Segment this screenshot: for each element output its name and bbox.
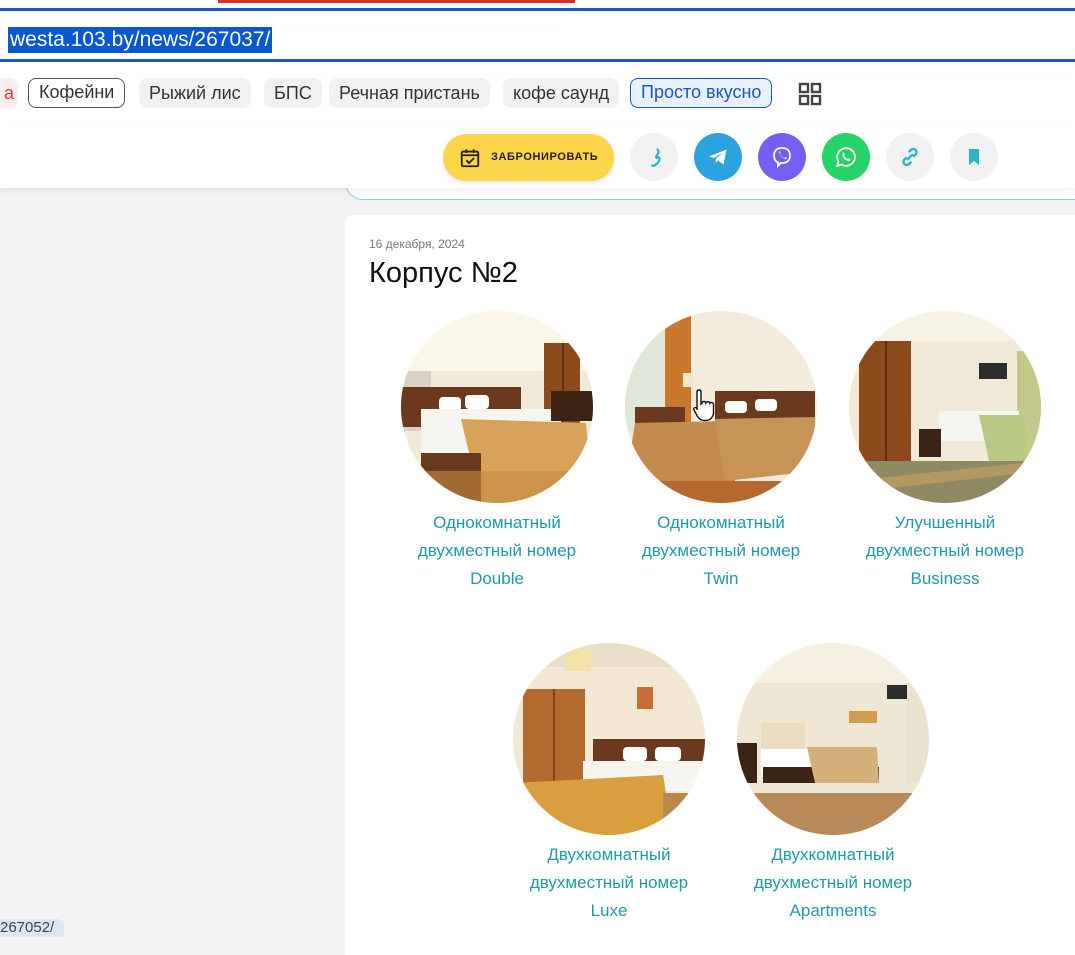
room-caption-line[interactable]: Twin bbox=[621, 565, 821, 593]
link-button[interactable] bbox=[886, 133, 934, 181]
room-caption-line[interactable]: Double bbox=[397, 565, 597, 593]
room-card-apartments[interactable]: Двухкомнатный двухместный номер Apartmen… bbox=[737, 643, 929, 925]
room-caption-line[interactable]: Двухкомнатный bbox=[509, 841, 709, 869]
room-caption-line[interactable]: двухместный номер bbox=[509, 869, 709, 897]
phone-button[interactable] bbox=[630, 133, 678, 181]
room-card-twin[interactable]: Однокомнатный двухместный номер Twin bbox=[625, 311, 817, 593]
room-caption-line[interactable]: двухместный номер bbox=[845, 537, 1045, 565]
whatsapp-icon bbox=[835, 147, 856, 168]
chip-partial[interactable]: а bbox=[0, 78, 19, 108]
room-caption-line[interactable]: двухместный номер bbox=[621, 537, 821, 565]
room-photo-apartments[interactable] bbox=[737, 643, 929, 835]
bookmark-button[interactable] bbox=[950, 133, 998, 181]
chip-coffee-shops[interactable]: Кофейни bbox=[28, 78, 126, 108]
room-caption-line[interactable]: Luxe bbox=[509, 897, 709, 925]
room-photo-luxe[interactable] bbox=[513, 643, 705, 835]
chip-coffee-sound[interactable]: кофе саунд bbox=[503, 78, 620, 108]
room-caption-line[interactable]: двухместный номер bbox=[397, 537, 597, 565]
address-text[interactable]: westa.103.by/news/267037/ bbox=[8, 27, 273, 53]
whatsapp-button[interactable] bbox=[822, 133, 870, 181]
room-photo-double[interactable] bbox=[401, 311, 593, 503]
room-caption-line[interactable]: Однокомнатный bbox=[397, 509, 597, 537]
hand-cursor-icon bbox=[693, 389, 715, 422]
room-photo-business[interactable] bbox=[849, 311, 1041, 503]
book-button-label: ЗАБРОНИРОВАТЬ bbox=[491, 151, 599, 163]
room-caption-twin[interactable]: Однокомнатный двухместный номер Twin bbox=[621, 509, 821, 593]
room-caption-line[interactable]: Business bbox=[845, 565, 1045, 593]
chip-prosto-vkusno[interactable]: Просто вкусно bbox=[630, 78, 773, 108]
room-caption-line[interactable]: двухместный номер bbox=[733, 869, 933, 897]
room-caption-apartments[interactable]: Двухкомнатный двухместный номер Apartmen… bbox=[733, 841, 933, 925]
room-card-business[interactable]: Улучшенный двухместный номер Business bbox=[849, 311, 1041, 593]
telegram-icon bbox=[709, 149, 727, 165]
grid-icon[interactable] bbox=[798, 82, 822, 106]
phone-icon bbox=[651, 148, 661, 167]
telegram-button[interactable] bbox=[694, 133, 742, 181]
link-icon bbox=[902, 147, 918, 167]
chip-river-pier[interactable]: Речная пристань bbox=[329, 78, 490, 108]
page-title: Корпус №2 bbox=[369, 257, 518, 289]
room-card-luxe[interactable]: Двухкомнатный двухместный номер Luxe bbox=[513, 643, 705, 925]
viber-icon bbox=[773, 147, 791, 169]
publish-date: 16 декабря, 2024 bbox=[369, 237, 465, 251]
bookmarks-bar: а Кофейни Рыжий лис БПС Речная пристань … bbox=[0, 62, 1075, 125]
room-caption-luxe[interactable]: Двухкомнатный двухместный номер Luxe bbox=[509, 841, 709, 925]
news-card: 16 декабря, 2024 Корпус №2 Однокомнатный… bbox=[345, 215, 1075, 955]
room-caption-line[interactable]: Apartments bbox=[733, 897, 933, 925]
status-url-tooltip: 267052/ bbox=[0, 919, 65, 937]
viber-button[interactable] bbox=[758, 133, 806, 181]
calendar-check-icon bbox=[460, 149, 480, 168]
room-photo-twin[interactable] bbox=[625, 311, 817, 503]
chip-ryzhiy-lis[interactable]: Рыжий лис bbox=[139, 78, 251, 108]
address-bar[interactable]: westa.103.by/news/267037/ bbox=[0, 8, 1075, 62]
action-header: ЗАБРОНИРОВАТЬ bbox=[0, 124, 1075, 188]
room-caption-line[interactable]: Двухкомнатный bbox=[733, 841, 933, 869]
book-button[interactable]: ЗАБРОНИРОВАТЬ bbox=[443, 134, 614, 181]
room-caption-double[interactable]: Однокомнатный двухместный номер Double bbox=[397, 509, 597, 593]
chip-bps[interactable]: БПС bbox=[264, 78, 322, 108]
room-caption-line[interactable]: Улучшенный bbox=[845, 509, 1045, 537]
active-tab-indicator bbox=[218, 0, 575, 3]
bookmark-icon bbox=[969, 149, 979, 165]
room-caption-line[interactable]: Однокомнатный bbox=[621, 509, 821, 537]
room-caption-business[interactable]: Улучшенный двухместный номер Business bbox=[845, 509, 1045, 593]
room-card-double[interactable]: Однокомнатный двухместный номер Double bbox=[401, 311, 593, 593]
